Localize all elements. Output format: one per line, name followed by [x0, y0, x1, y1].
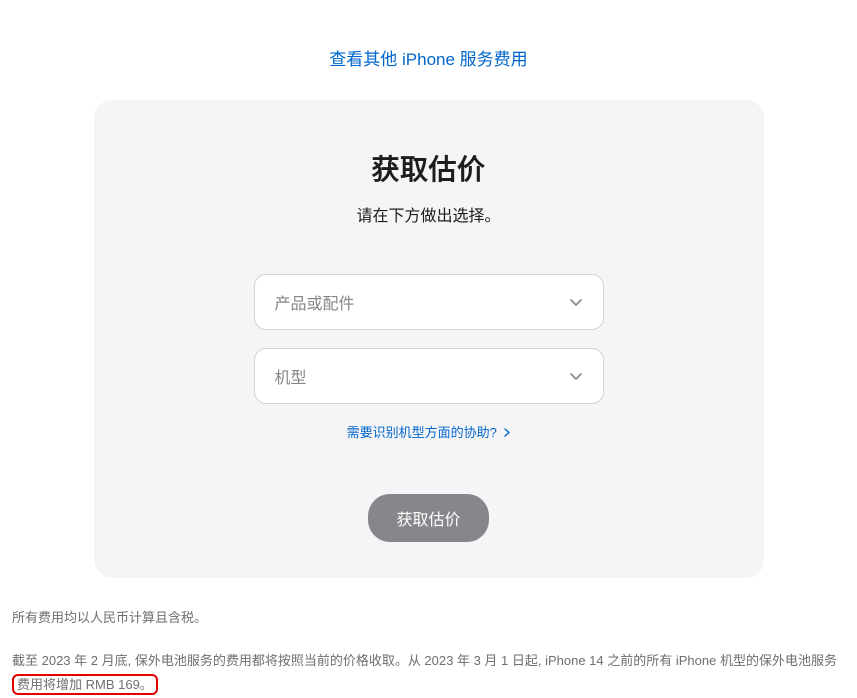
chevron-down-icon — [569, 298, 583, 306]
chevron-down-icon — [569, 372, 583, 380]
price-increase-highlight: 费用将增加 RMB 169。 — [12, 674, 158, 695]
product-dropdown-placeholder: 产品或配件 — [275, 290, 355, 314]
identify-model-help-link[interactable]: 需要识别机型方面的协助? — [347, 425, 511, 440]
footer-line-1: 所有费用均以人民币计算且含税。 — [12, 606, 845, 631]
model-dropdown-placeholder: 机型 — [275, 364, 307, 388]
help-link-container: 需要识别机型方面的协助? — [134, 422, 724, 442]
footer-notes: 所有费用均以人民币计算且含税。 截至 2023 年 2 月底, 保外电池服务的费… — [12, 606, 845, 698]
get-estimate-button[interactable]: 获取估价 — [368, 494, 488, 542]
estimate-card: 获取估价 请在下方做出选择。 产品或配件 机型 需要识别机型方面的协助? — [94, 100, 764, 578]
other-services-link[interactable]: 查看其他 iPhone 服务费用 — [329, 50, 527, 69]
footer-line-2: 截至 2023 年 2 月底, 保外电池服务的费用都将按照当前的价格收取。从 2… — [12, 649, 845, 698]
card-title: 获取估价 — [134, 148, 724, 188]
product-dropdown[interactable]: 产品或配件 — [254, 274, 604, 330]
chevron-right-icon — [504, 425, 510, 440]
help-link-text: 需要识别机型方面的协助? — [347, 425, 497, 440]
card-subtitle: 请在下方做出选择。 — [134, 202, 724, 226]
model-dropdown[interactable]: 机型 — [254, 348, 604, 404]
footer-line-2-text: 截至 2023 年 2 月底, 保外电池服务的费用都将按照当前的价格收取。从 2… — [12, 653, 837, 668]
top-link-container: 查看其他 iPhone 服务费用 — [12, 0, 845, 100]
